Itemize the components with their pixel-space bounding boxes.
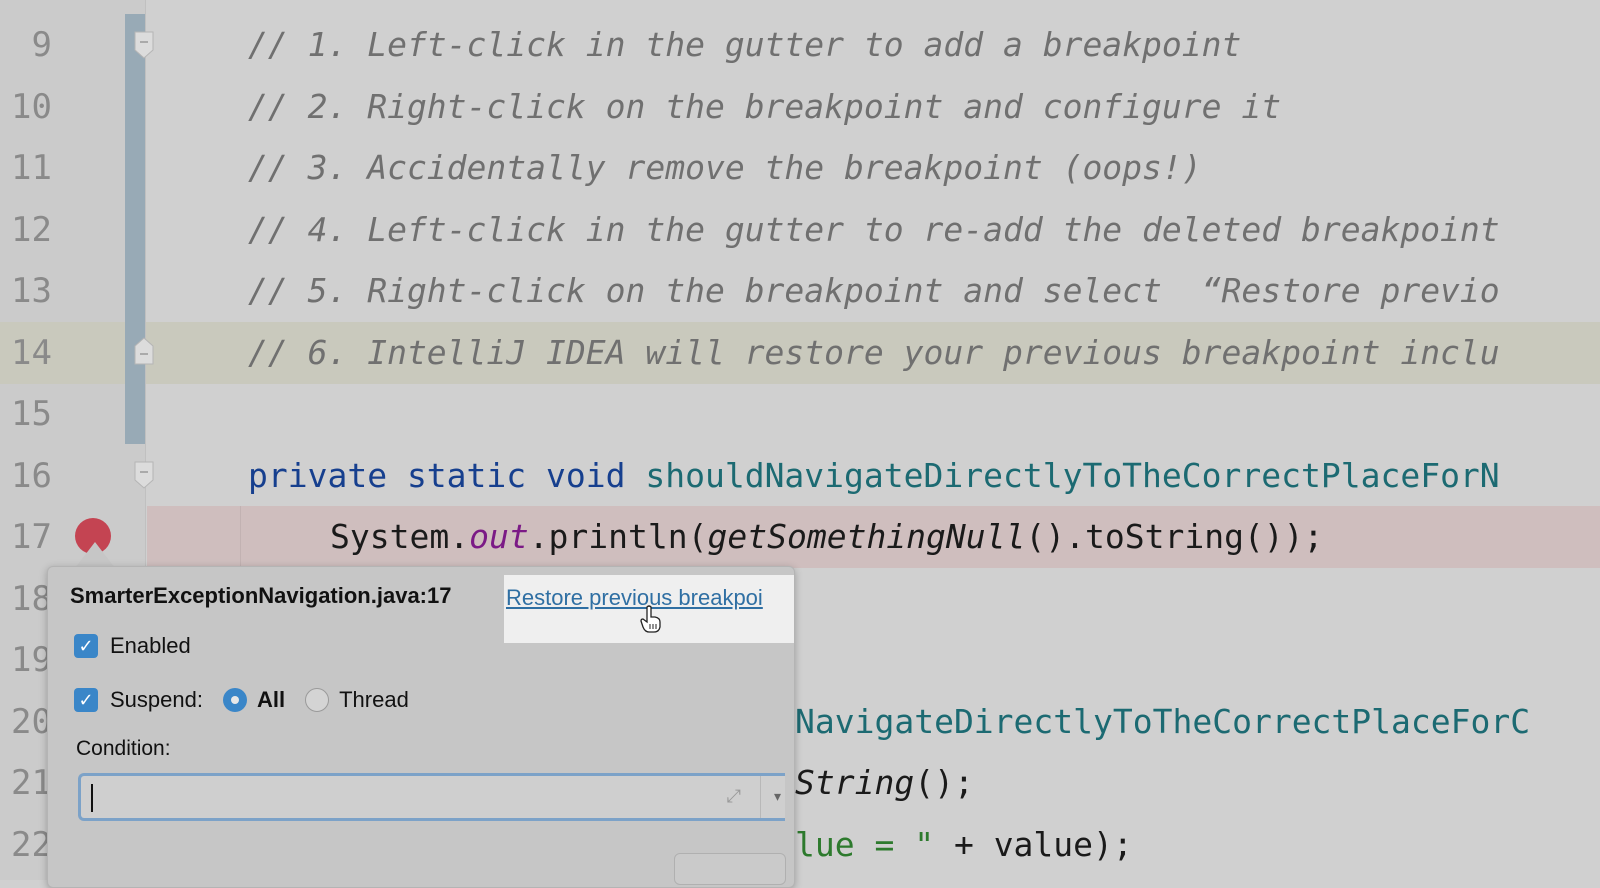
line-number: 17 — [11, 517, 52, 557]
code-text: (); — [914, 763, 974, 802]
enabled-checkbox-row[interactable]: ✓ Enabled — [74, 633, 191, 659]
dropdown-separator — [760, 776, 761, 818]
line-number: 21 — [11, 763, 52, 803]
code-line[interactable]: 9 // 1. Left-click in the gutter to add … — [0, 14, 1600, 76]
code-comment: // 1. Left-click in the gutter to add a … — [248, 25, 1242, 64]
line-number: 20 — [11, 702, 52, 742]
hand-pointer-icon — [640, 605, 661, 633]
suspend-thread-radio[interactable] — [305, 688, 330, 712]
checkmark-icon: ✓ — [78, 635, 94, 656]
static-method-call: getSomethingNull — [707, 517, 1026, 556]
checkmark-icon: ✓ — [78, 689, 94, 710]
condition-label: Condition: — [76, 737, 171, 760]
code-comment: // 5. Right-click on the breakpoint and … — [248, 271, 1500, 310]
line-number: 18 — [11, 579, 52, 619]
code-line[interactable]: 15 — [0, 383, 1600, 445]
restore-previous-breakpoint-link[interactable]: Restore previous breakpoi — [506, 585, 763, 611]
code-keyword: private static void — [248, 456, 646, 495]
restore-link-container: Restore previous breakpoi — [504, 575, 794, 643]
suspend-all-radio[interactable] — [222, 688, 247, 712]
suspend-row: ✓ Suspend: All Thread — [74, 687, 409, 713]
suspend-label: Suspend: — [110, 687, 203, 712]
popup-pointer — [75, 542, 115, 568]
code-text: System. — [330, 517, 470, 556]
code-comment: // 4. Left-click in the gutter to re-add… — [248, 210, 1500, 249]
code-text: + value); — [953, 825, 1133, 864]
suspend-thread-label[interactable]: Thread — [339, 687, 409, 713]
line-number: 9 — [31, 25, 52, 65]
condition-input[interactable]: ⤢ ▾ — [78, 773, 785, 821]
code-comment: // 3. Accidentally remove the breakpoint… — [248, 148, 1202, 187]
line-number: 10 — [11, 87, 52, 127]
method-name: shouldNavigateDirectlyToTheCorrectPlaceF… — [645, 456, 1500, 495]
code-line-breakpoint[interactable]: 17 System.out.println(getSomethingNull()… — [0, 506, 1600, 568]
line-number: 22 — [11, 825, 52, 865]
code-line[interactable]: 11 // 3. Accidentally remove the breakpo… — [0, 137, 1600, 199]
line-number: 15 — [11, 394, 52, 434]
line-number: 16 — [11, 456, 52, 496]
line-number: 12 — [11, 210, 52, 250]
code-line-current[interactable]: 14 // 6. IntelliJ IDEA will restore your… — [0, 322, 1600, 384]
code-line[interactable]: 16 private static void shouldNavigateDir… — [0, 445, 1600, 507]
type-name: String — [795, 763, 915, 802]
string-literal: lue = " — [795, 825, 954, 864]
text-caret — [91, 784, 93, 812]
method-name: NavigateDirectlyToTheCorrectPlaceForC — [795, 702, 1531, 741]
breakpoint-settings-popup: SmarterExceptionNavigation.java:17 Resto… — [47, 566, 795, 888]
line-number: 13 — [11, 271, 52, 311]
chevron-down-icon[interactable]: ▾ — [774, 788, 781, 805]
code-line[interactable]: 12 // 4. Left-click in the gutter to re-… — [0, 199, 1600, 261]
line-number: 14 — [11, 333, 52, 373]
enabled-checkbox[interactable]: ✓ — [74, 634, 98, 658]
code-comment: // 2. Right-click on the breakpoint and … — [248, 87, 1282, 126]
suspend-checkbox[interactable]: ✓ — [74, 688, 98, 712]
line-number: 19 — [11, 640, 52, 680]
popup-button[interactable] — [674, 853, 786, 885]
line-number: 11 — [11, 148, 52, 188]
code-line[interactable]: 13 // 5. Right-click on the breakpoint a… — [0, 260, 1600, 322]
code-comment: // 6. IntelliJ IDEA will restore your pr… — [248, 333, 1500, 372]
static-field: out — [469, 517, 529, 556]
code-text: ().toString()); — [1025, 517, 1324, 556]
enabled-label: Enabled — [110, 633, 191, 658]
suspend-all-label[interactable]: All — [257, 687, 285, 713]
code-text: .println( — [528, 517, 708, 556]
code-line[interactable]: 10 // 2. Right-click on the breakpoint a… — [0, 76, 1600, 138]
popup-title: SmarterExceptionNavigation.java:17 — [70, 583, 452, 608]
expand-icon[interactable]: ⤢ — [727, 786, 741, 807]
